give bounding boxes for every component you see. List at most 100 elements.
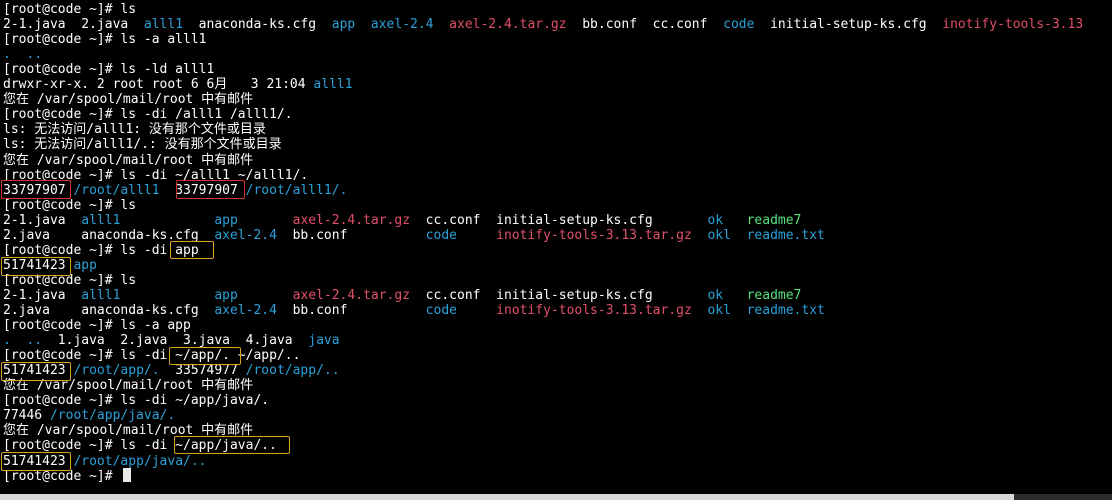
terminal-text: app <box>214 212 238 228</box>
terminal-text: 1.java 2.java 3.java 4.java <box>42 333 309 349</box>
terminal-text: drwxr-xr-x. 2 root root 6 6月 3 21:04 <box>3 77 314 93</box>
terminal-text: [root@code ~]# ls -di /alll1 /alll1/. <box>3 107 293 123</box>
terminal-text: axel-2.4 <box>214 303 277 318</box>
terminal-text: alll1 <box>143 17 184 33</box>
terminal-text: [root@code ~]# ls -di ~/app/java/.. <box>3 438 277 454</box>
terminal-text: 51741423 <box>3 363 66 379</box>
terminal-text: okl <box>707 303 731 318</box>
terminal-line: [root@code ~]# ls -a alll1 <box>3 32 207 47</box>
terminal-text: 77446 <box>3 408 50 424</box>
terminal-text: 2.java anaconda-ks.cfg <box>3 303 215 318</box>
terminal-text: [root@code ~]# ls -di app <box>3 242 199 258</box>
terminal-text: [root@code ~]# ls -di ~/app/. ~/app/.. <box>3 348 301 364</box>
horizontal-scrollbar-thumb[interactable] <box>0 494 1014 500</box>
terminal-line: 2-1.java alll1 app axel-2.4.tar.gz cc.co… <box>3 288 801 303</box>
terminal-line: 2-1.java alll1 app axel-2.4.tar.gz cc.co… <box>3 213 801 228</box>
terminal-text: axel-2.4.tar.gz <box>292 287 411 303</box>
terminal-text: [root@code ~]# ls <box>3 2 137 17</box>
terminal-text: axel-2.4.tar.gz <box>449 17 567 33</box>
terminal-text: [root@code ~]# ls -a app <box>3 318 191 334</box>
terminal-text: app <box>331 17 356 33</box>
terminal-text: inotify-tools-3.13.tar.gz <box>496 303 692 318</box>
terminal-line: . .. 1.java 2.java 3.java 4.java java <box>3 333 340 348</box>
terminal-line: 您在 /var/spool/mail/root 中有邮件 <box>3 423 253 438</box>
terminal-text: cc.conf initial-setup-ks.cfg <box>410 212 708 228</box>
terminal-text: inotify-tools-3.13 <box>942 17 1084 33</box>
terminal-line: [root@code ~]# ls -di ~/alll1 ~/alll1/. <box>3 168 308 183</box>
terminal-text: 您在 /var/spool/mail/root 中有邮件 <box>3 92 254 108</box>
terminal-text: readme.txt <box>746 227 825 243</box>
terminal-text: [root@code ~]# <box>3 468 121 484</box>
terminal-text: inotify-tools-3.13.tar.gz <box>496 227 692 243</box>
terminal-text: /root/alll1/. <box>245 182 348 198</box>
terminal-text: readme7 <box>746 212 802 228</box>
terminal-text: alll1 <box>313 77 353 93</box>
terminal-text: 2.java anaconda-ks.cfg <box>3 227 215 243</box>
terminal-text: ls: 无法访问/alll1: 没有那个文件或目录 <box>3 122 266 138</box>
terminal-text: axel-2.4.tar.gz <box>292 212 411 228</box>
terminal-line: . .. <box>3 47 42 62</box>
terminal-line: [root@code ~]# ls <box>3 198 136 213</box>
terminal-line: drwxr-xr-x. 2 root root 6 6月 3 21:04 all… <box>3 77 353 92</box>
terminal-line: [root@code ~]# ls -di ~/app/. ~/app/.. <box>3 348 300 363</box>
terminal-line: 51741423 /root/app/. 33574977 /root/app/… <box>3 363 340 378</box>
terminal-text: /root/app/java/. <box>49 408 176 424</box>
terminal-line: 您在 /var/spool/mail/root 中有邮件 <box>3 378 253 393</box>
terminal-line: 2.java anaconda-ks.cfg axel-2.4 bb.conf … <box>3 303 825 318</box>
terminal-line: 51741423 /root/app/java/.. <box>3 454 207 469</box>
terminal-text: [root@code ~]# ls -a alll1 <box>3 32 207 48</box>
terminal-text: 您在 /var/spool/mail/root 中有邮件 <box>3 423 254 439</box>
terminal-line: ls: 无法访问/alll1: 没有那个文件或目录 <box>3 122 266 137</box>
terminal-line: ls: 无法访问/alll1/.: 没有那个文件或目录 <box>3 137 282 152</box>
terminal-text: 2-1.java 2.java <box>3 17 144 33</box>
terminal-text: okl <box>707 227 731 243</box>
terminal-window[interactable]: [root@code ~]# ls 2-1.java 2.java alll1 a… <box>0 0 1112 494</box>
terminal-line: 51741423 app <box>3 258 97 273</box>
terminal-text: bb.conf cc.conf <box>566 17 724 33</box>
terminal-line: [root@code ~]# ls -ld alll1 <box>3 62 214 77</box>
terminal-text: code <box>425 303 457 318</box>
terminal-text: /root/app/. <box>73 363 160 379</box>
terminal-text: ls: 无法访问/alll1/.: 没有那个文件或目录 <box>3 137 282 153</box>
terminal-text: alll1 <box>81 287 121 303</box>
terminal-text: 您在 /var/spool/mail/root 中有邮件 <box>3 152 254 168</box>
terminal-text: code <box>723 17 755 33</box>
terminal-text: 33797907 <box>3 182 66 198</box>
terminal-text: [root@code ~]# ls -di ~/alll1 ~/alll1/. <box>3 167 309 183</box>
terminal-text: readme.txt <box>746 303 825 318</box>
terminal-cursor <box>123 468 131 482</box>
terminal-line: 您在 /var/spool/mail/root 中有邮件 <box>3 153 253 168</box>
terminal-text: app <box>214 287 238 303</box>
terminal-text: . .. <box>3 47 43 63</box>
terminal-text: [root@code ~]# ls -ld alll1 <box>3 62 215 78</box>
terminal-text: code <box>425 227 457 243</box>
terminal-text: readme7 <box>746 287 802 303</box>
terminal-line: [root@code ~]# ls -di app <box>3 243 199 258</box>
terminal-line: [root@code ~]# ls <box>3 2 136 17</box>
terminal-line: 2.java anaconda-ks.cfg axel-2.4 bb.conf … <box>3 228 825 243</box>
terminal-text: /root/alll1 <box>73 182 160 198</box>
terminal-line: 2-1.java 2.java alll1 anaconda-ks.cfg ap… <box>3 17 1083 32</box>
terminal-text: [root@code ~]# ls -di ~/app/java/. <box>3 393 270 409</box>
terminal-line: [root@code ~]# ls -di ~/app/java/. <box>3 393 269 408</box>
terminal-line: [root@code ~]# ls -di /alll1 /alll1/. <box>3 107 293 122</box>
terminal-text: axel-2.4 <box>370 17 434 33</box>
terminal-text: cc.conf initial-setup-ks.cfg <box>410 287 708 303</box>
terminal-line: [root@code ~]# ls <box>3 273 136 288</box>
terminal-text: 33797907 <box>175 182 238 198</box>
terminal-text: ok <box>707 287 724 303</box>
